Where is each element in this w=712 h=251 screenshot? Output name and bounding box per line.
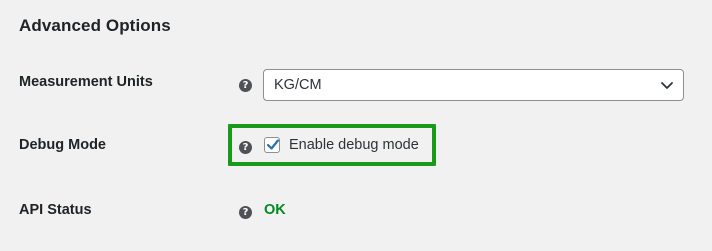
measurement-units-value: KG/CM xyxy=(274,77,322,93)
question-circle-icon[interactable]: ? xyxy=(239,206,252,219)
question-circle-icon[interactable]: ? xyxy=(239,79,252,92)
chevron-down-icon xyxy=(661,82,673,89)
enable-debug-label[interactable]: Enable debug mode xyxy=(289,137,419,153)
measurement-units-label: Measurement Units xyxy=(19,74,153,90)
enable-debug-checkbox[interactable] xyxy=(264,137,280,153)
api-status-label: API Status xyxy=(19,202,92,218)
debug-mode-label: Debug Mode xyxy=(19,137,106,153)
api-status-value: OK xyxy=(264,202,286,218)
question-circle-icon[interactable]: ? xyxy=(239,141,252,154)
measurement-units-select[interactable]: KG/CM xyxy=(263,69,684,101)
section-title: Advanced Options xyxy=(19,16,171,35)
checkmark-icon xyxy=(266,139,280,150)
